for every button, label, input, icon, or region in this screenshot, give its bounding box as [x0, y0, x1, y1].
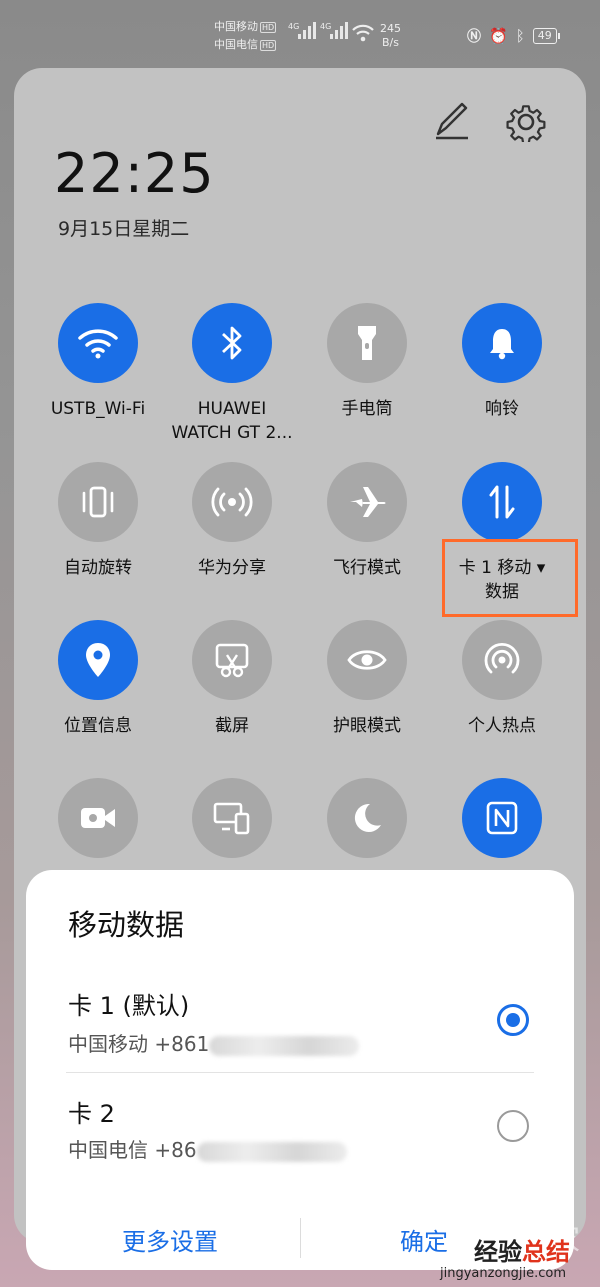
flashlight-icon — [358, 326, 376, 360]
tile-location[interactable]: 位置信息 — [33, 620, 163, 738]
tile-label: HUAWEI WATCH GT 2... — [171, 399, 293, 443]
tile-huawei-share[interactable]: 华为分享 — [167, 462, 297, 580]
tile-eye-comfort[interactable]: 护眼模式 — [302, 620, 432, 738]
sim-2-option[interactable]: 卡 2 — [68, 1094, 115, 1129]
tile-label: 位置信息 — [64, 716, 132, 736]
signal-strength-2-icon — [330, 22, 348, 39]
wifi-icon — [78, 329, 118, 359]
bluetooth-status-icon: ᛒ — [515, 27, 525, 45]
nfc-status-icon: Ⓝ — [467, 29, 481, 45]
sim-1-option[interactable]: 卡 1 (默认) — [68, 986, 189, 1021]
tile-ringer[interactable]: 响铃 — [437, 303, 567, 421]
multi-screen-icon — [213, 802, 250, 835]
redacted-number — [209, 1035, 360, 1056]
tile-screenshot[interactable]: 截屏 — [167, 620, 297, 738]
tile-label: 华为分享 — [198, 558, 266, 578]
tile-auto-rotate[interactable]: 自动旋转 — [33, 462, 163, 580]
operator-2: 中国电信 HD — [214, 38, 277, 51]
location-icon — [86, 643, 110, 677]
mobile-data-icon — [489, 485, 515, 519]
sim-2-carrier: 中国电信 +86 — [68, 1134, 347, 1163]
moon-icon — [354, 803, 381, 832]
operator-1: 中国移动 HD — [214, 20, 277, 33]
highlight-box — [442, 539, 578, 617]
tile-label: 手电筒 — [341, 399, 393, 419]
confirm-button[interactable]: 确定 — [400, 1222, 448, 1257]
signal-strength-1-icon — [298, 22, 316, 39]
nfc-icon — [486, 801, 518, 835]
dialog-title: 移动数据 — [68, 908, 185, 942]
tile-screen-record[interactable] — [33, 778, 163, 858]
tile-airplane-mode[interactable]: 飞行模式 — [302, 462, 432, 580]
tile-bluetooth[interactable]: HUAWEI WATCH GT 2... — [167, 303, 297, 445]
mobile-data-dialog: 移动数据 卡 1 (默认) 中国移动 +861 卡 2 中国电信 +86 更多设… — [26, 870, 574, 1270]
tile-label: USTB_Wi-Fi — [50, 399, 146, 419]
bell-icon — [490, 329, 514, 360]
status-bar: 中国移动 HD 中国电信 HD 4G 4G 245 B/s Ⓝ ⏰ ᛒ 49 — [0, 0, 600, 66]
more-settings-button[interactable]: 更多设置 — [122, 1222, 218, 1257]
tile-wifi[interactable]: USTB_Wi-Fi — [33, 303, 163, 421]
sim-1-radio[interactable] — [497, 1004, 529, 1036]
tile-label: 护眼模式 — [333, 716, 401, 736]
clock-time: 22:25 — [54, 142, 215, 205]
redacted-number — [196, 1141, 347, 1162]
edit-icon[interactable] — [434, 100, 470, 140]
date-label: 9月15日星期二 — [58, 218, 190, 240]
tile-nfc[interactable] — [437, 778, 567, 858]
hotspot-icon — [484, 643, 520, 674]
screenshot-icon — [215, 643, 249, 678]
wifi-status-icon — [352, 24, 374, 42]
auto-rotate-icon — [82, 486, 114, 518]
eye-icon — [347, 650, 387, 670]
tile-label: 响铃 — [485, 399, 519, 419]
bluetooth-icon — [222, 326, 242, 360]
sim-1-carrier: 中国移动 +861 — [68, 1028, 360, 1057]
airplane-icon — [350, 487, 386, 517]
tile-label: 飞行模式 — [333, 558, 401, 578]
tile-label: 自动旋转 — [64, 558, 132, 578]
watermark-url: jingyanzongjie.com — [440, 1266, 567, 1281]
button-divider — [300, 1218, 301, 1258]
tile-label: 个人热点 — [468, 716, 536, 736]
sim-2-radio[interactable] — [497, 1110, 529, 1142]
tile-dark-mode[interactable] — [302, 778, 432, 858]
screen-record-icon — [81, 808, 115, 828]
tile-flashlight[interactable]: 手电筒 — [302, 303, 432, 421]
tile-hotspot[interactable]: 个人热点 — [437, 620, 567, 738]
watermark-brand: 经验总结 — [474, 1238, 570, 1266]
settings-gear-icon[interactable] — [506, 102, 546, 142]
network-speed: 245 B/s — [380, 22, 401, 49]
divider — [66, 1072, 534, 1073]
tile-multi-screen[interactable] — [167, 778, 297, 858]
alarm-icon: ⏰ — [489, 27, 508, 45]
share-icon — [211, 487, 253, 517]
tile-label: 截屏 — [215, 716, 249, 736]
battery-icon: 49 — [532, 28, 560, 44]
